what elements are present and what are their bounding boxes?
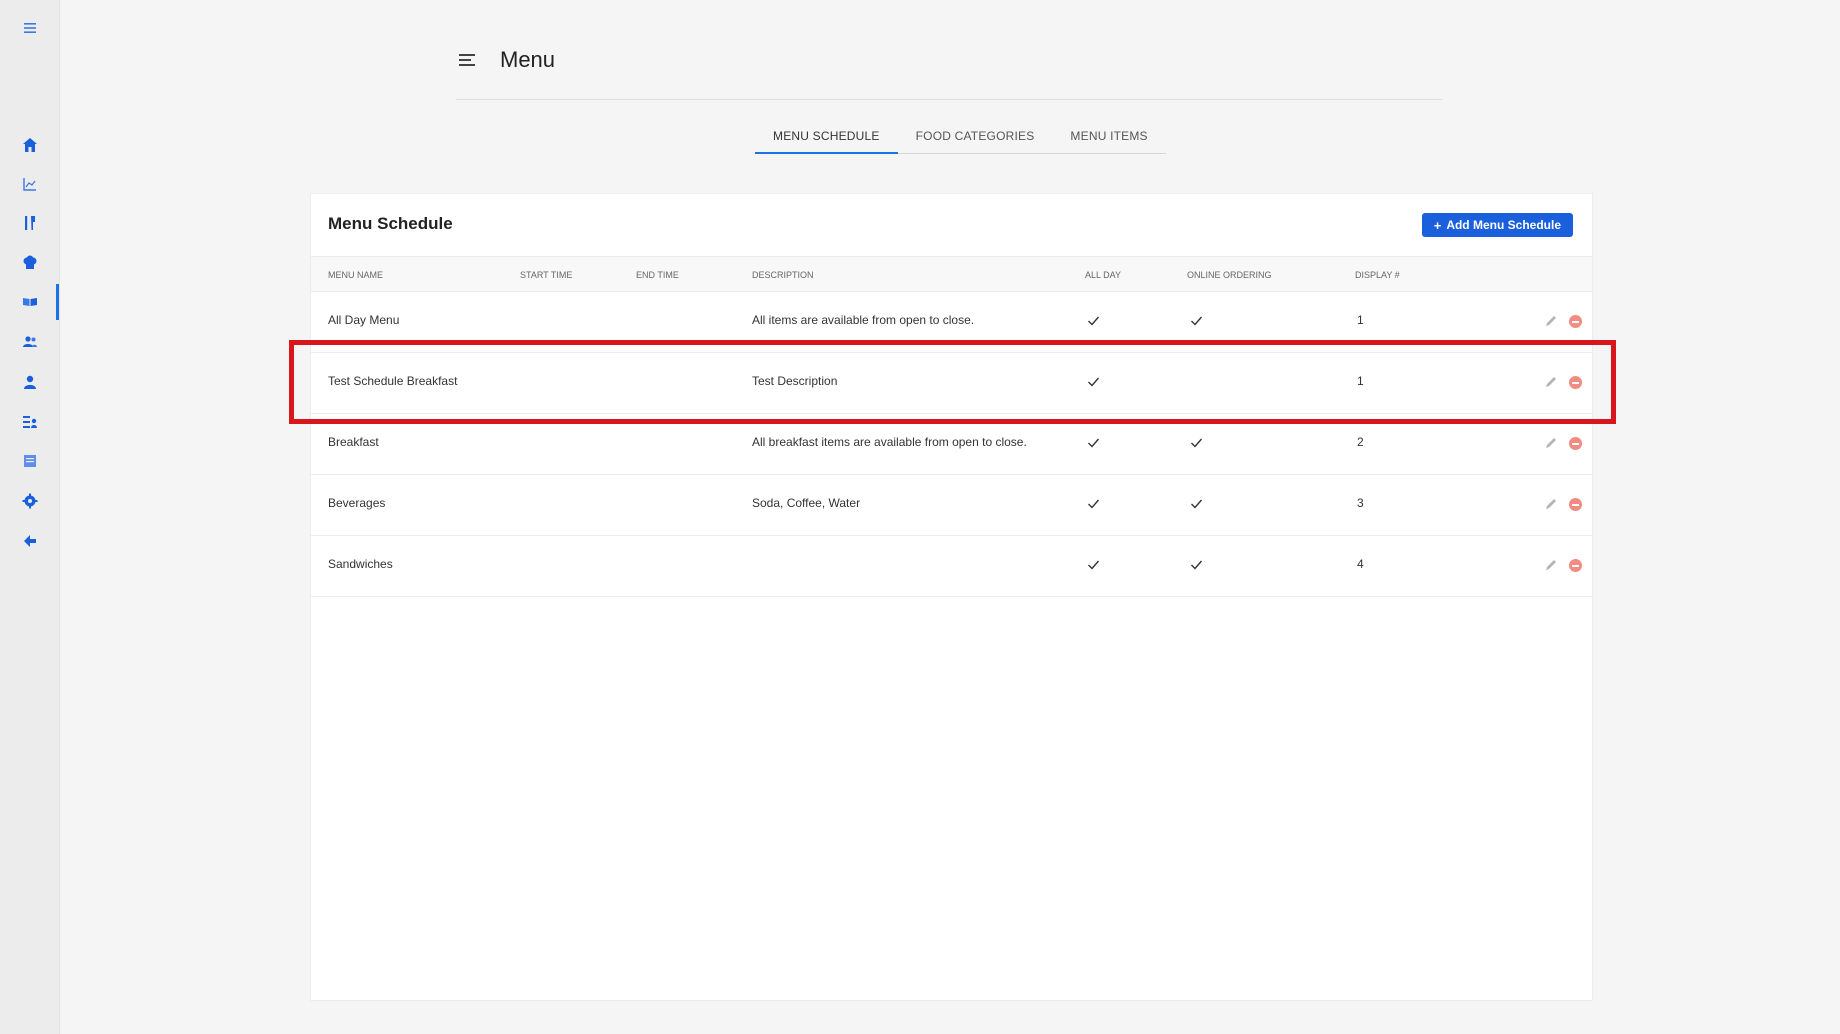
table-row[interactable]: Test Schedule Breakfast Test Description 1: [311, 354, 1592, 414]
description-cell: Soda, Coffee, Water: [752, 496, 861, 510]
column-header-online-ordering[interactable]: ONLINE ORDERING: [1187, 257, 1272, 293]
users-icon[interactable]: [16, 328, 44, 356]
add-menu-schedule-label: Add Menu Schedule: [1446, 218, 1561, 232]
header-menu-icon[interactable]: [458, 50, 478, 70]
display-number-cell: 1: [1357, 313, 1364, 327]
display-number-cell: 4: [1357, 557, 1364, 571]
tab-bar: MENU SCHEDULE FOOD CATEGORIES MENU ITEMS: [755, 118, 1166, 154]
description-cell: All breakfast items are available from o…: [752, 435, 1027, 449]
table-row[interactable]: Sandwiches 4: [311, 537, 1592, 597]
user-list-icon[interactable]: [16, 408, 44, 436]
page-title: Menu: [500, 47, 556, 72]
menu-name-cell: All Day Menu: [328, 313, 400, 327]
delete-icon[interactable]: [1569, 559, 1582, 572]
table-row[interactable]: Breakfast All breakfast items are availab…: [311, 415, 1592, 475]
gear-icon[interactable]: [16, 487, 44, 515]
tab-menu-schedule[interactable]: MENU SCHEDULE: [755, 118, 898, 154]
document-icon[interactable]: [16, 447, 44, 475]
display-number-cell: 2: [1357, 435, 1364, 449]
edit-pencil-icon[interactable]: [1544, 497, 1558, 511]
column-header-description[interactable]: DESCRIPTION: [752, 257, 814, 293]
sidebar: [0, 0, 60, 1034]
column-header-end-time[interactable]: END TIME: [636, 257, 679, 293]
online-ordering-check-icon: [1190, 314, 1203, 327]
page-header: Menu: [456, 44, 1442, 100]
column-header-start-time[interactable]: START TIME: [520, 257, 572, 293]
description-cell: Test Description: [752, 374, 838, 388]
delete-icon[interactable]: [1569, 437, 1582, 450]
sidebar-active-indicator: [56, 284, 59, 320]
display-number-cell: 3: [1357, 496, 1364, 510]
edit-pencil-icon[interactable]: [1544, 375, 1558, 389]
table-header: MENU NAME START TIME END TIME DESCRIPTIO…: [311, 256, 1592, 292]
column-header-display-number[interactable]: DISPLAY #: [1355, 257, 1400, 293]
menu-name-cell: Breakfast: [328, 435, 379, 449]
user-icon[interactable]: [16, 368, 44, 396]
all-day-check-icon: [1087, 375, 1100, 388]
card-title: Menu Schedule: [328, 214, 453, 233]
menu-name-cell: Sandwiches: [328, 557, 393, 571]
table-row[interactable]: Beverages Soda, Coffee, Water 3: [311, 476, 1592, 536]
utensils-icon[interactable]: [16, 209, 44, 237]
tab-menu-items[interactable]: MENU ITEMS: [1052, 118, 1165, 154]
menu-book-icon[interactable]: [16, 288, 44, 316]
add-menu-schedule-button[interactable]: + Add Menu Schedule: [1421, 213, 1573, 237]
all-day-check-icon: [1087, 436, 1100, 449]
online-ordering-check-icon: [1190, 497, 1203, 510]
all-day-check-icon: [1087, 314, 1100, 327]
chef-hat-icon[interactable]: [16, 249, 44, 277]
home-icon[interactable]: [16, 131, 44, 159]
all-day-check-icon: [1087, 497, 1100, 510]
menu-name-cell: Test Schedule Breakfast: [328, 374, 458, 388]
column-header-all-day[interactable]: ALL DAY: [1085, 257, 1121, 293]
all-day-check-icon: [1087, 558, 1100, 571]
edit-pencil-icon[interactable]: [1544, 314, 1558, 328]
plus-icon: +: [1433, 217, 1442, 233]
edit-pencil-icon[interactable]: [1544, 558, 1558, 572]
menu-schedule-card: Menu Schedule + Add Menu Schedule MENU N…: [310, 193, 1593, 1001]
back-arrow-icon[interactable]: [16, 527, 44, 555]
table-row[interactable]: All Day Menu All items are available from…: [311, 293, 1592, 353]
description-cell: All items are available from open to clo…: [752, 313, 975, 327]
edit-pencil-icon[interactable]: [1544, 436, 1558, 450]
delete-icon[interactable]: [1569, 376, 1582, 389]
hamburger-icon[interactable]: [16, 14, 44, 42]
menu-name-cell: Beverages: [328, 496, 386, 510]
delete-icon[interactable]: [1569, 315, 1582, 328]
column-header-menu-name[interactable]: MENU NAME: [328, 257, 383, 293]
chart-icon[interactable]: [16, 170, 44, 198]
online-ordering-check-icon: [1190, 436, 1203, 449]
delete-icon[interactable]: [1569, 498, 1582, 511]
online-ordering-check-icon: [1190, 558, 1203, 571]
display-number-cell: 1: [1357, 374, 1364, 388]
tab-food-categories[interactable]: FOOD CATEGORIES: [898, 118, 1053, 154]
